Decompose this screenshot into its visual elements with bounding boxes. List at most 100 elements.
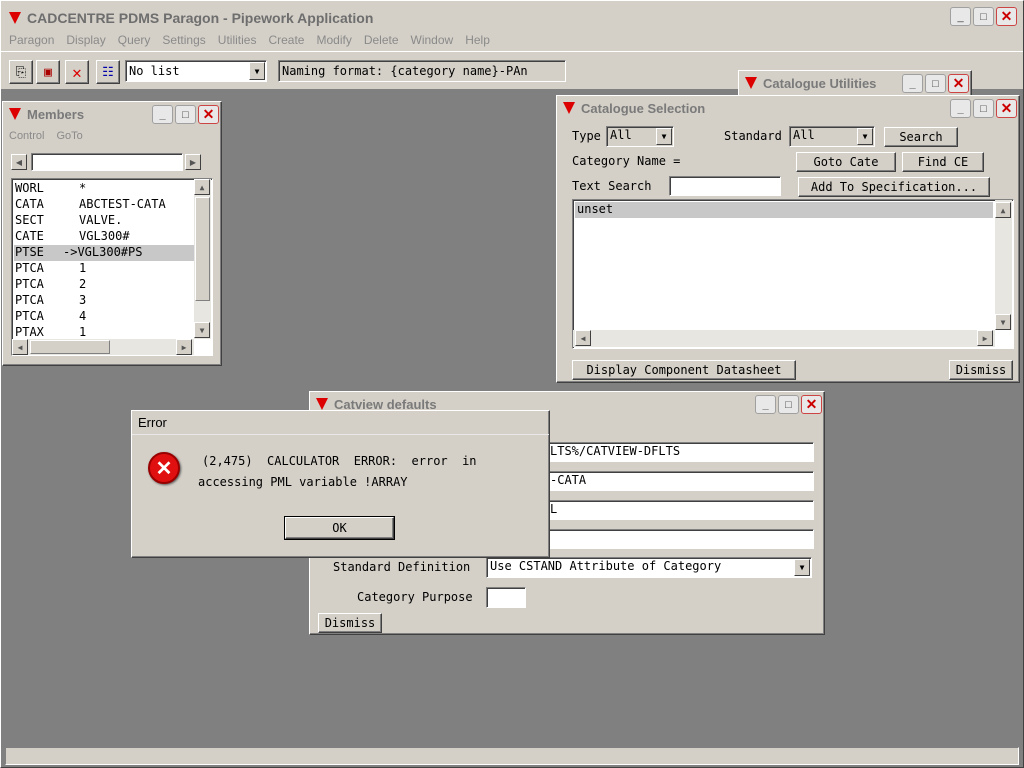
menu-window[interactable]: Window (411, 31, 454, 51)
chevron-down-icon[interactable]: ▼ (794, 559, 810, 576)
arrow-up-icon[interactable]: ▲ (194, 179, 210, 195)
goto-cate-button[interactable]: Goto Cate (796, 152, 896, 172)
search-button[interactable]: Search (884, 127, 958, 147)
catalogue-selection-titlebar[interactable]: Catalogue Selection _ □ ✕ (557, 96, 1019, 120)
minimize-icon[interactable]: _ (755, 395, 776, 414)
list-item-label: unset (577, 202, 614, 216)
save-icon[interactable]: ▣ (36, 60, 60, 84)
display-datasheet-button[interactable]: Display Component Datasheet (572, 360, 796, 380)
catalogue-list-vscroll[interactable]: ▲ ▼ (995, 200, 1012, 330)
minimize-icon[interactable]: _ (902, 74, 923, 93)
members-hscroll[interactable]: ◀ ▶ (12, 339, 194, 355)
arrow-down-icon[interactable]: ▼ (995, 314, 1011, 330)
table-row[interactable]: PTCA 3 (14, 293, 194, 309)
maximize-icon[interactable]: □ (778, 395, 799, 414)
arrow-left-icon[interactable]: ◀ (575, 330, 591, 346)
catview-field-3[interactable]: L (546, 500, 814, 520)
minimize-icon[interactable]: _ (950, 99, 971, 118)
minimize-icon[interactable]: _ (950, 7, 971, 26)
standard-select[interactable]: All ▼ (789, 126, 875, 147)
catalogue-selection-menu-icon[interactable] (563, 102, 575, 114)
menu-query[interactable]: Query (118, 31, 151, 51)
list-item[interactable]: unset (575, 202, 993, 218)
members-window: Members _ □ ✕ Control GoTo ◀ ▶ WORL * CATA… (2, 101, 222, 366)
arrow-right-icon[interactable]: ▶ (176, 339, 192, 355)
table-row[interactable]: WORL * (14, 181, 194, 197)
menu-modify[interactable]: Modify (316, 31, 351, 51)
arrow-right-icon[interactable]: ▶ (185, 154, 201, 170)
maximize-icon[interactable]: □ (973, 99, 994, 118)
table-row[interactable]: CATE VGL300# (14, 229, 194, 245)
copy-icon[interactable]: ⎘ (9, 60, 33, 84)
menu-settings[interactable]: Settings (162, 31, 205, 51)
text-search-input[interactable] (669, 176, 781, 196)
catview-field-2[interactable]: -CATA (546, 471, 814, 491)
members-nav-field[interactable] (31, 153, 183, 171)
error-title: Error (138, 415, 167, 430)
table-row[interactable]: PTCA 1 (14, 261, 194, 277)
app-menu-icon[interactable] (9, 12, 21, 24)
close-icon[interactable]: ✕ (801, 395, 822, 414)
add-to-specification-button[interactable]: Add To Specification... (798, 177, 990, 197)
list-icon[interactable]: ☷ (96, 60, 120, 84)
menu-help[interactable]: Help (465, 31, 490, 51)
catalogue-list[interactable]: unset ▲ ▼ ◀ ▶ (572, 199, 1014, 349)
catview-field-4[interactable] (546, 529, 814, 549)
members-titlebar[interactable]: Members _ □ ✕ (3, 102, 221, 126)
error-icon: ✕ (148, 452, 180, 484)
table-row[interactable]: PTSE ->VGL300#PS (14, 245, 194, 261)
catalogue-utilities-menu-icon[interactable] (745, 77, 757, 89)
table-row[interactable]: SECT VALVE. (14, 213, 194, 229)
standard-definition-value: Use CSTAND Attribute of Category (490, 559, 722, 573)
minimize-icon[interactable]: _ (152, 105, 173, 124)
ok-button[interactable]: OK (284, 516, 395, 540)
chevron-down-icon[interactable]: ▼ (249, 62, 265, 80)
chevron-down-icon[interactable]: ▼ (656, 128, 672, 145)
dismiss-button[interactable]: Dismiss (949, 360, 1013, 380)
delete-icon[interactable]: ✕ (65, 60, 89, 84)
table-row[interactable]: PTCA 2 (14, 277, 194, 293)
catalogue-utilities-titlebar[interactable]: Catalogue Utilities _ □ ✕ (739, 71, 971, 95)
members-menu-icon[interactable] (9, 108, 21, 120)
catview-menu-icon[interactable] (316, 398, 328, 410)
member-type: SECT (15, 213, 44, 227)
menu-delete[interactable]: Delete (364, 31, 399, 51)
dismiss-button[interactable]: Dismiss (318, 613, 382, 633)
catalogue-list-hscroll[interactable]: ◀ ▶ (573, 330, 995, 347)
members-menu-control[interactable]: Control (9, 130, 44, 142)
menu-display[interactable]: Display (66, 31, 105, 51)
member-name: 3 (79, 293, 87, 307)
list-select[interactable]: No list ▼ (125, 60, 267, 82)
standard-definition-select[interactable]: Use CSTAND Attribute of Category ▼ (486, 557, 812, 578)
catview-field-1[interactable]: LTS%/CATVIEW-DFLTS (546, 442, 814, 462)
members-list[interactable]: WORL * CATA ABCTEST-CATA SECT VALVE. CATE VGL30… (11, 178, 213, 356)
members-menu-goto[interactable]: GoTo (56, 130, 82, 142)
close-icon[interactable]: ✕ (198, 105, 219, 124)
arrow-down-icon[interactable]: ▼ (194, 322, 210, 338)
close-icon[interactable]: ✕ (948, 74, 969, 93)
close-icon[interactable]: ✕ (996, 99, 1017, 118)
table-row[interactable]: CATA ABCTEST-CATA (14, 197, 194, 213)
category-purpose-input[interactable] (486, 587, 526, 608)
close-icon[interactable]: ✕ (996, 7, 1017, 26)
error-titlebar[interactable]: Error (132, 411, 549, 435)
type-select[interactable]: All ▼ (606, 126, 674, 147)
chevron-down-icon[interactable]: ▼ (857, 128, 873, 145)
menu-utilities[interactable]: Utilities (218, 31, 257, 51)
arrow-left-icon[interactable]: ◀ (11, 154, 27, 170)
error-dialog: Error ✕ (2,475) CALCULATOR ERROR: error … (131, 410, 550, 558)
maximize-icon[interactable]: □ (175, 105, 196, 124)
arrow-up-icon[interactable]: ▲ (995, 202, 1011, 218)
find-ce-button[interactable]: Find CE (902, 152, 984, 172)
arrow-left-icon[interactable]: ◀ (12, 339, 28, 355)
maximize-icon[interactable]: □ (973, 7, 994, 26)
main-titlebar[interactable]: CADCENTRE PDMS Paragon - Pipework Applic… (1, 1, 1023, 35)
maximize-icon[interactable]: □ (925, 74, 946, 93)
menu-create[interactable]: Create (268, 31, 304, 51)
arrow-right-icon[interactable]: ▶ (977, 330, 993, 346)
members-vscroll[interactable]: ▲ ▼ (194, 179, 211, 339)
scroll-thumb[interactable] (195, 197, 210, 301)
table-row[interactable]: PTCA 4 (14, 309, 194, 325)
menu-paragon[interactable]: Paragon (9, 31, 54, 51)
scroll-thumb[interactable] (30, 340, 110, 354)
